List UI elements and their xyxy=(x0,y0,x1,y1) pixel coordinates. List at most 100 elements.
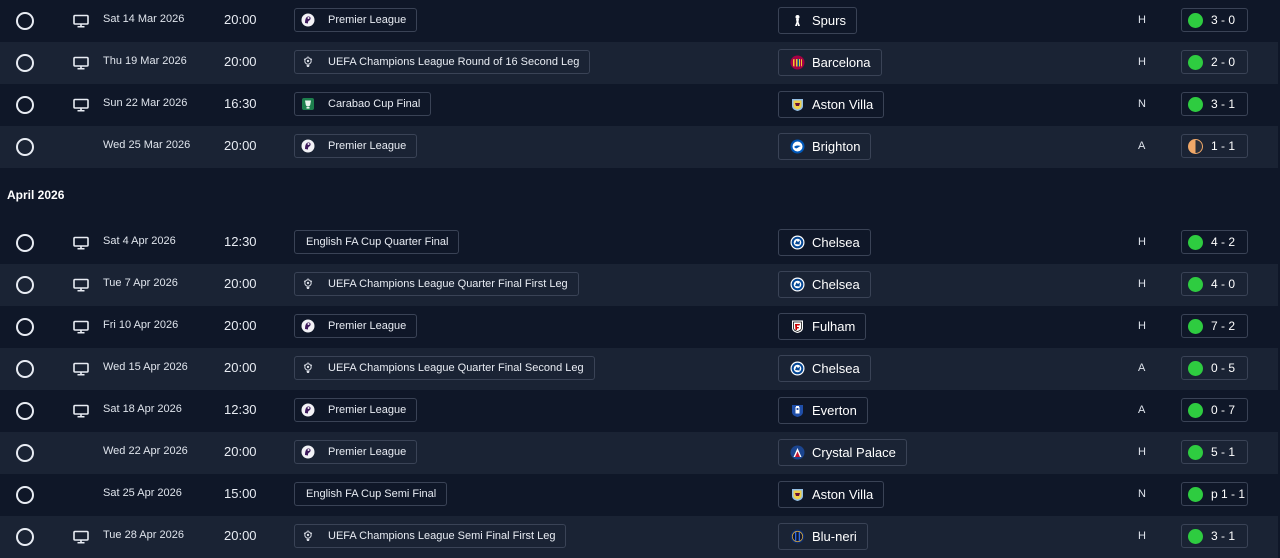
select-radio[interactable] xyxy=(16,12,34,30)
venue: N xyxy=(1138,488,1146,500)
select-radio[interactable] xyxy=(16,528,34,546)
competition-name: UEFA Champions League Quarter Final Firs… xyxy=(328,278,568,290)
select-radio[interactable] xyxy=(16,138,34,156)
result-score: 2 - 0 xyxy=(1211,55,1236,69)
fixture-time: 20:00 xyxy=(224,138,257,153)
venue: H xyxy=(1138,446,1146,458)
fixture-row[interactable]: Tue 28 Apr 2026 20:00 UEFA Champions Lea… xyxy=(0,516,1278,558)
select-radio[interactable] xyxy=(16,402,34,420)
win-indicator-icon xyxy=(1188,54,1203,70)
opponent-team-link[interactable]: Aston Villa xyxy=(778,481,885,508)
tv-icon xyxy=(73,98,89,112)
tv-icon xyxy=(73,278,89,292)
fixture-row[interactable]: Wed 22 Apr 2026 20:00 Premier League Cry… xyxy=(0,432,1278,474)
result-badge[interactable]: 3 - 1 xyxy=(1181,524,1248,548)
competition-link[interactable]: English FA Cup Semi Final xyxy=(294,482,448,506)
opponent-team-link[interactable]: Everton xyxy=(778,397,868,424)
fixture-row[interactable]: Sat 14 Mar 2026 20:00 Premier League Spu… xyxy=(0,0,1278,42)
fixture-date: Sat 4 Apr 2026 xyxy=(103,235,176,247)
result-badge[interactable]: 4 - 2 xyxy=(1181,230,1248,254)
competition-link[interactable]: UEFA Champions League Round of 16 Second… xyxy=(294,50,591,74)
venue: A xyxy=(1138,362,1146,374)
competition-link[interactable]: UEFA Champions League Quarter Final Firs… xyxy=(294,272,579,296)
month-title: April 2026 xyxy=(7,188,65,202)
opponent-team-link[interactable]: Chelsea xyxy=(778,229,871,256)
competition-link[interactable]: Carabao Cup Final xyxy=(294,92,432,116)
result-score: 0 - 7 xyxy=(1211,403,1236,417)
aston-villa-crest-icon xyxy=(790,97,805,112)
select-radio[interactable] xyxy=(16,276,34,294)
opponent-team-link[interactable]: Chelsea xyxy=(778,271,871,298)
result-badge[interactable]: 7 - 2 xyxy=(1181,314,1248,338)
premier-league-icon xyxy=(301,13,315,27)
venue: H xyxy=(1138,14,1146,26)
opponent-team-link[interactable]: Barcelona xyxy=(778,49,882,76)
tv-icon xyxy=(73,320,89,334)
fixture-date: Sat 25 Apr 2026 xyxy=(103,487,182,499)
fixture-row[interactable]: Wed 25 Mar 2026 20:00 Premier League Bri… xyxy=(0,126,1278,168)
fixture-time: 20:00 xyxy=(224,276,257,291)
competition-name: English FA Cup Quarter Final xyxy=(306,236,449,248)
fixture-time: 20:00 xyxy=(224,318,257,333)
fixture-row[interactable]: Sat 25 Apr 2026 15:00 English FA Cup Sem… xyxy=(0,474,1278,516)
opponent-team-link[interactable]: Crystal Palace xyxy=(778,439,907,466)
competition-link[interactable]: Premier League xyxy=(294,8,418,32)
competition-name: UEFA Champions League Quarter Final Seco… xyxy=(328,362,584,374)
opponent-name: Chelsea xyxy=(812,277,860,292)
select-radio[interactable] xyxy=(16,234,34,252)
result-badge[interactable]: 0 - 5 xyxy=(1181,356,1248,380)
select-radio[interactable] xyxy=(16,486,34,504)
premier-league-icon xyxy=(301,319,315,333)
result-badge[interactable]: p 1 - 1 xyxy=(1181,482,1248,506)
fixture-row[interactable]: Thu 19 Mar 2026 20:00 UEFA Champions Lea… xyxy=(0,42,1278,84)
blu-neri-crest-icon xyxy=(790,529,805,544)
result-badge[interactable]: 3 - 0 xyxy=(1181,8,1248,32)
venue: H xyxy=(1138,530,1146,542)
competition-link[interactable]: UEFA Champions League Quarter Final Seco… xyxy=(294,356,595,380)
select-radio[interactable] xyxy=(16,360,34,378)
competition-link[interactable]: Premier League xyxy=(294,314,418,338)
select-radio[interactable] xyxy=(16,54,34,72)
fixture-row[interactable]: Sat 4 Apr 2026 12:30 English FA Cup Quar… xyxy=(0,222,1278,264)
venue: H xyxy=(1138,56,1146,68)
result-badge[interactable]: 4 - 0 xyxy=(1181,272,1248,296)
fixture-row[interactable]: Tue 7 Apr 2026 20:00 UEFA Champions Leag… xyxy=(0,264,1278,306)
opponent-team-link[interactable]: Blu-neri xyxy=(778,523,868,550)
result-badge[interactable]: 3 - 1 xyxy=(1181,92,1248,116)
result-badge[interactable]: 1 - 1 xyxy=(1181,134,1248,158)
competition-name: Premier League xyxy=(328,140,407,152)
select-radio[interactable] xyxy=(16,444,34,462)
select-radio[interactable] xyxy=(16,96,34,114)
competition-link[interactable]: English FA Cup Quarter Final xyxy=(294,230,460,254)
result-badge[interactable]: 2 - 0 xyxy=(1181,50,1248,74)
fixture-row[interactable]: Fri 10 Apr 2026 20:00 Premier League Ful… xyxy=(0,306,1278,348)
opponent-name: Blu-neri xyxy=(812,529,857,544)
competition-link[interactable]: Premier League xyxy=(294,134,418,158)
opponent-team-link[interactable]: Spurs xyxy=(778,7,857,34)
select-radio[interactable] xyxy=(16,318,34,336)
opponent-team-link[interactable]: Aston Villa xyxy=(778,91,885,118)
competition-link[interactable]: UEFA Champions League Semi Final First L… xyxy=(294,524,567,548)
opponent-team-link[interactable]: Chelsea xyxy=(778,355,871,382)
fixture-row[interactable]: Sun 22 Mar 2026 16:30 Carabao Cup Final … xyxy=(0,84,1278,126)
fixture-row[interactable]: Wed 15 Apr 2026 20:00 UEFA Champions Lea… xyxy=(0,348,1278,390)
opponent-team-link[interactable]: Brighton xyxy=(778,133,872,160)
win-indicator-icon xyxy=(1188,96,1203,112)
result-badge[interactable]: 0 - 7 xyxy=(1181,398,1248,422)
opponent-name: Aston Villa xyxy=(812,97,874,112)
fixture-time: 12:30 xyxy=(224,234,257,249)
competition-link[interactable]: Premier League xyxy=(294,440,418,464)
fixture-time: 20:00 xyxy=(224,444,257,459)
opponent-name: Barcelona xyxy=(812,55,871,70)
tv-icon xyxy=(73,56,89,70)
result-badge[interactable]: 5 - 1 xyxy=(1181,440,1248,464)
champions-league-icon xyxy=(301,277,315,291)
champions-league-icon xyxy=(301,361,315,375)
competition-link[interactable]: Premier League xyxy=(294,398,418,422)
opponent-team-link[interactable]: Fulham xyxy=(778,313,867,340)
tv-icon xyxy=(73,404,89,418)
fixture-row[interactable]: Sat 18 Apr 2026 12:30 Premier League Eve… xyxy=(0,390,1278,432)
spurs-crest-icon xyxy=(790,13,805,28)
venue: H xyxy=(1138,236,1146,248)
opponent-name: Brighton xyxy=(812,139,861,154)
